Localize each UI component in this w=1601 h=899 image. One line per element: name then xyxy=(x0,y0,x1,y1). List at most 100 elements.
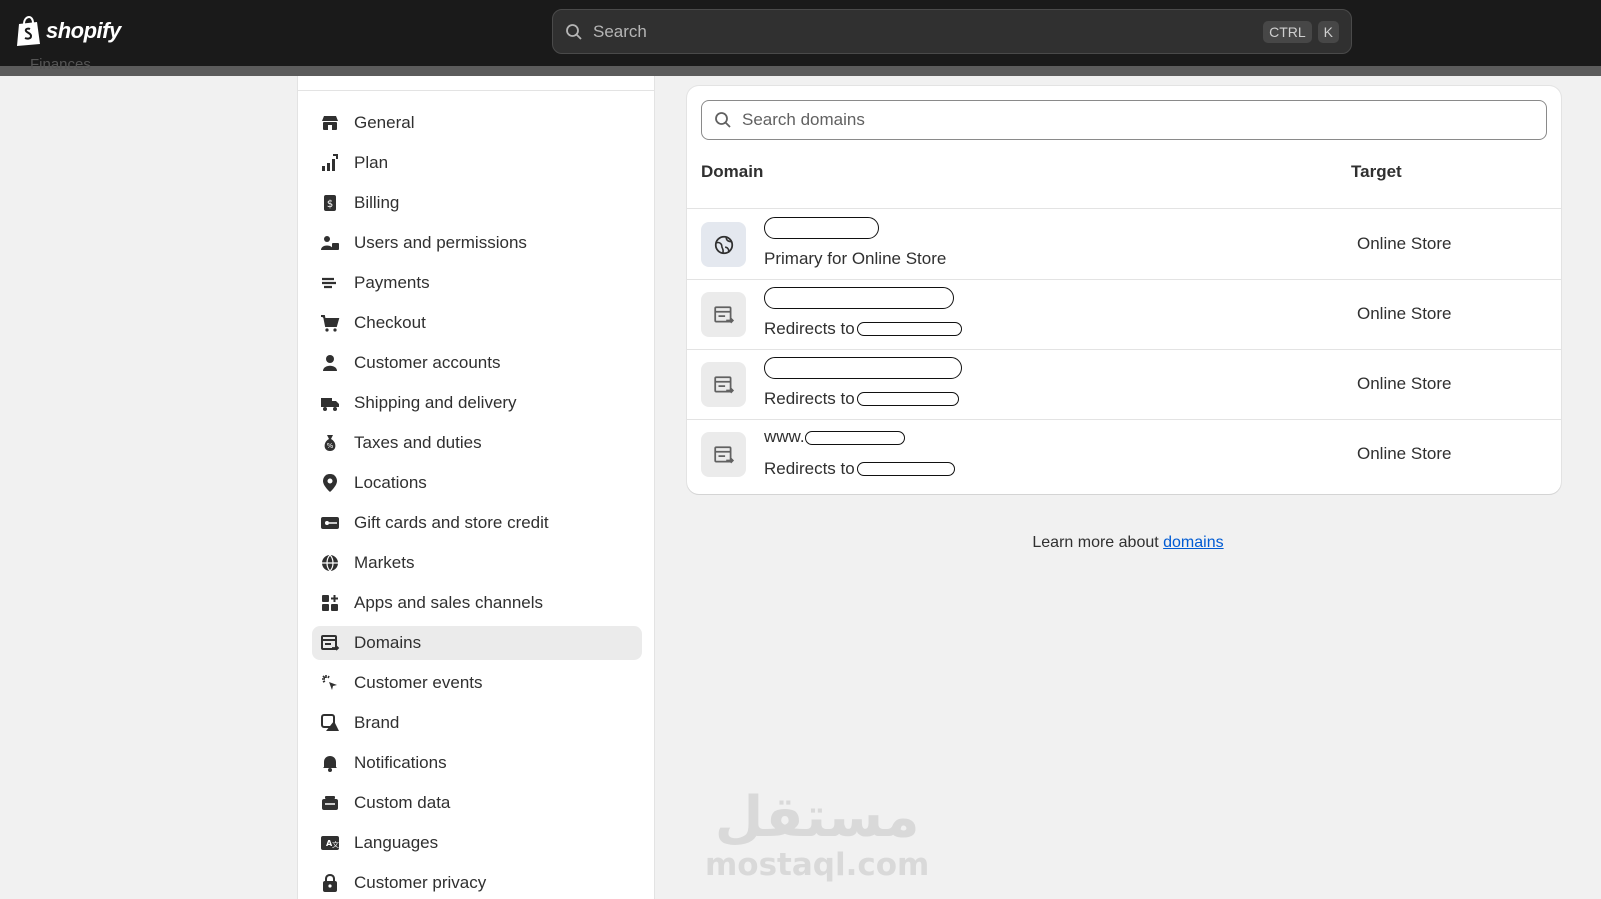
domain-name[interactable] xyxy=(764,287,954,309)
settings-nav-item-general[interactable]: General xyxy=(312,106,642,140)
cart-icon xyxy=(320,313,340,333)
language-icon: A文 xyxy=(320,833,340,853)
settings-nav-item-brand[interactable]: Brand xyxy=(312,706,642,740)
redacted-domain xyxy=(764,217,879,239)
watermark-arabic: مستقل xyxy=(714,785,920,850)
settings-nav-item-customer-accounts[interactable]: Customer accounts xyxy=(312,346,642,380)
settings-nav-item-gift-cards-and-store-credit[interactable]: Gift cards and store credit xyxy=(312,506,642,540)
settings-nav-label: Languages xyxy=(354,833,439,852)
settings-nav-item-locations[interactable]: Locations xyxy=(312,466,642,500)
billing-icon: $ xyxy=(320,193,340,213)
top-bar: shopify Search CTRL K xyxy=(0,0,1601,66)
settings-nav-item-custom-data[interactable]: Custom data xyxy=(312,786,642,820)
divider xyxy=(298,90,654,91)
settings-nav-label: Customer events xyxy=(354,673,483,692)
truck-icon xyxy=(320,393,340,413)
payments-icon xyxy=(320,273,340,293)
lock-icon xyxy=(320,873,340,893)
settings-nav-item-shipping-and-delivery[interactable]: Shipping and delivery xyxy=(312,386,642,420)
settings-nav-list: General Plan $ Billing Users and permissions… xyxy=(312,106,642,899)
domains-main: Search domains Domain Target Primary for… xyxy=(655,76,1601,899)
search-icon xyxy=(566,23,582,40)
domain-subtitle: Redirects to xyxy=(764,459,955,479)
bell-icon xyxy=(320,753,340,773)
admin-sidebar-backdrop xyxy=(0,76,297,899)
domain-subtitle: Primary for Online Store xyxy=(764,249,946,269)
domain-target: Online Store xyxy=(1357,234,1452,253)
settings-nav-item-plan[interactable]: Plan xyxy=(312,146,642,180)
redirect-icon xyxy=(713,375,734,393)
redacted-domain xyxy=(764,287,954,309)
domain-icon xyxy=(320,633,340,653)
domain-subtitle: Redirects to xyxy=(764,319,962,339)
settings-nav: General Plan $ Billing Users and permissions… xyxy=(297,76,655,899)
redacted-target-domain xyxy=(856,322,962,336)
cursor-click-icon xyxy=(320,673,340,693)
settings-nav-item-languages[interactable]: A 文 Languages xyxy=(312,826,642,860)
learn-more-prefix: Learn more about xyxy=(1032,534,1164,551)
settings-nav-item-markets[interactable]: Markets xyxy=(312,546,642,580)
table-row[interactable]: Redirects to Online Store xyxy=(687,349,1561,420)
settings-nav-label: Markets xyxy=(354,553,415,572)
learn-more-text: Learn more about domains xyxy=(655,534,1601,552)
settings-nav-label: Apps and sales channels xyxy=(354,593,544,612)
global-search[interactable]: Search CTRL K xyxy=(552,9,1352,54)
settings-nav-item-billing[interactable]: $ Billing xyxy=(312,186,642,220)
column-header-domain[interactable]: Domain xyxy=(701,162,763,182)
table-row[interactable]: Redirects to Online Store xyxy=(687,279,1561,350)
domain-name[interactable] xyxy=(764,357,962,379)
domain-target: Online Store xyxy=(1357,444,1452,463)
search-placeholder: Search xyxy=(593,21,647,41)
search-domains-input[interactable]: Search domains xyxy=(701,100,1547,140)
settings-nav-label: Customer accounts xyxy=(354,353,501,372)
svg-text:文: 文 xyxy=(332,840,339,849)
settings-nav-label: Taxes and duties xyxy=(354,433,482,452)
redacted-domain xyxy=(804,430,905,445)
tax-bag-icon: % xyxy=(320,433,340,453)
settings-nav-label: Plan xyxy=(354,153,389,172)
domains-help-link[interactable]: domains xyxy=(1163,534,1223,551)
shortcut-key-k: K xyxy=(1317,20,1339,43)
settings-nav-item-users-and-permissions[interactable]: Users and permissions xyxy=(312,226,642,260)
domain-name-prefix: www. xyxy=(764,427,805,446)
settings-nav-item-notifications[interactable]: Notifications xyxy=(312,746,642,780)
domain-subtitle-text: Redirects to xyxy=(764,319,855,338)
settings-nav-item-taxes-and-duties[interactable]: % Taxes and duties xyxy=(312,426,642,460)
table-row[interactable]: www. Redirects to Online Store xyxy=(687,419,1561,490)
settings-nav-label: Notifications xyxy=(354,753,447,772)
settings-nav-label: Gift cards and store credit xyxy=(354,513,549,532)
settings-nav-item-payments[interactable]: Payments xyxy=(312,266,642,300)
domain-thumbnail xyxy=(701,362,746,407)
settings-nav-label: Custom data xyxy=(354,793,451,812)
shopify-logo[interactable]: shopify xyxy=(16,14,121,48)
domain-subtitle-text: Redirects to xyxy=(764,459,855,478)
settings-nav-label: Payments xyxy=(354,273,430,292)
svg-text:$: $ xyxy=(327,199,333,210)
table-row[interactable]: Primary for Online Store Online Store xyxy=(687,209,1561,280)
settings-nav-label: Checkout xyxy=(354,313,426,332)
settings-nav-label: Billing xyxy=(354,193,400,212)
settings-nav-label: General xyxy=(354,113,415,132)
watermark: مستقل mostaql.com xyxy=(705,790,929,881)
settings-nav-item-checkout[interactable]: Checkout xyxy=(312,306,642,340)
domain-name[interactable] xyxy=(764,217,879,239)
settings-nav-label: Brand xyxy=(354,713,400,732)
redirect-icon xyxy=(713,445,734,463)
domains-card: Search domains Domain Target Primary for… xyxy=(687,86,1561,494)
settings-nav-label: Users and permissions xyxy=(354,233,527,252)
settings-nav-item-domains[interactable]: Domains xyxy=(312,626,642,660)
redacted-target-domain xyxy=(856,392,959,406)
overlay-edge: Finances xyxy=(0,56,1601,76)
brand-icon xyxy=(320,713,340,733)
location-pin-icon xyxy=(320,473,340,493)
settings-nav-item-apps-and-sales-channels[interactable]: Apps and sales channels xyxy=(312,586,642,620)
domain-thumbnail xyxy=(701,432,746,477)
globe-icon xyxy=(320,553,340,573)
shortcut-key-ctrl: CTRL xyxy=(1263,20,1312,43)
search-domains-placeholder: Search domains xyxy=(742,110,865,129)
domain-name[interactable]: www. xyxy=(764,427,905,447)
users-icon xyxy=(320,233,340,253)
settings-nav-item-customer-events[interactable]: Customer events xyxy=(312,666,642,700)
settings-nav-item-customer-privacy[interactable]: Customer privacy xyxy=(312,866,642,899)
column-header-target[interactable]: Target xyxy=(1351,162,1402,182)
